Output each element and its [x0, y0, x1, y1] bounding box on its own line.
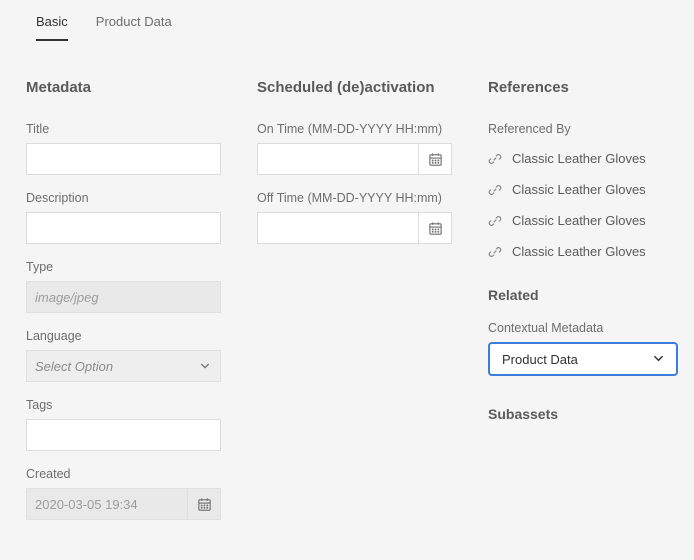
tags-input[interactable]: [26, 419, 221, 451]
language-select[interactable]: Select Option: [26, 350, 221, 382]
calendar-icon: [197, 497, 212, 512]
reference-item[interactable]: Classic Leather Gloves: [488, 236, 678, 267]
subassets-heading: Subassets: [488, 406, 678, 422]
language-placeholder: Select Option: [35, 359, 113, 374]
metadata-heading: Metadata: [26, 79, 221, 96]
references-heading: References: [488, 79, 678, 96]
reference-label: Classic Leather Gloves: [512, 244, 646, 259]
scheduled-heading: Scheduled (de)activation: [257, 79, 452, 96]
metadata-column: Metadata Title Description Type Language…: [26, 79, 221, 532]
title-label: Title: [26, 122, 221, 136]
reference-item[interactable]: Classic Leather Gloves: [488, 205, 678, 236]
calendar-icon: [428, 152, 443, 167]
on-time-input[interactable]: [257, 143, 418, 175]
on-time-group: [257, 143, 452, 175]
off-time-label: Off Time (MM-DD-YYYY HH:mm): [257, 191, 452, 205]
off-time-group: [257, 212, 452, 244]
title-input[interactable]: [26, 143, 221, 175]
reference-item[interactable]: Classic Leather Gloves: [488, 174, 678, 205]
scheduled-column: Scheduled (de)activation On Time (MM-DD-…: [257, 79, 452, 532]
contextual-label: Contextual Metadata: [488, 321, 678, 335]
contextual-metadata-dropdown[interactable]: Product Data: [488, 342, 678, 376]
description-input[interactable]: [26, 212, 221, 244]
created-input: [26, 488, 187, 520]
off-time-input[interactable]: [257, 212, 418, 244]
link-icon: [488, 245, 502, 259]
tab-basic[interactable]: Basic: [36, 14, 68, 41]
link-icon: [488, 214, 502, 228]
reference-label: Classic Leather Gloves: [512, 182, 646, 197]
content-area: Metadata Title Description Type Language…: [0, 41, 694, 532]
references-column: References Referenced By Classic Leather…: [488, 79, 678, 532]
tab-product-data[interactable]: Product Data: [96, 14, 172, 41]
referenced-by-label: Referenced By: [488, 122, 678, 136]
reference-label: Classic Leather Gloves: [512, 213, 646, 228]
type-label: Type: [26, 260, 221, 274]
reference-item[interactable]: Classic Leather Gloves: [488, 143, 678, 174]
created-group: [26, 488, 221, 520]
calendar-icon: [428, 221, 443, 236]
chevron-down-icon: [200, 359, 210, 374]
off-time-calendar-button[interactable]: [418, 212, 452, 244]
type-input: [26, 281, 221, 313]
description-label: Description: [26, 191, 221, 205]
language-label: Language: [26, 329, 221, 343]
referenced-by-list: Classic Leather Gloves Classic Leather G…: [488, 143, 678, 267]
related-heading: Related: [488, 287, 678, 303]
link-icon: [488, 152, 502, 166]
contextual-value: Product Data: [502, 352, 578, 367]
tags-label: Tags: [26, 398, 221, 412]
link-icon: [488, 183, 502, 197]
created-calendar-button: [187, 488, 221, 520]
on-time-label: On Time (MM-DD-YYYY HH:mm): [257, 122, 452, 136]
on-time-calendar-button[interactable]: [418, 143, 452, 175]
created-label: Created: [26, 467, 221, 481]
tabs: Basic Product Data: [0, 0, 694, 41]
reference-label: Classic Leather Gloves: [512, 151, 646, 166]
chevron-down-icon: [653, 352, 664, 367]
